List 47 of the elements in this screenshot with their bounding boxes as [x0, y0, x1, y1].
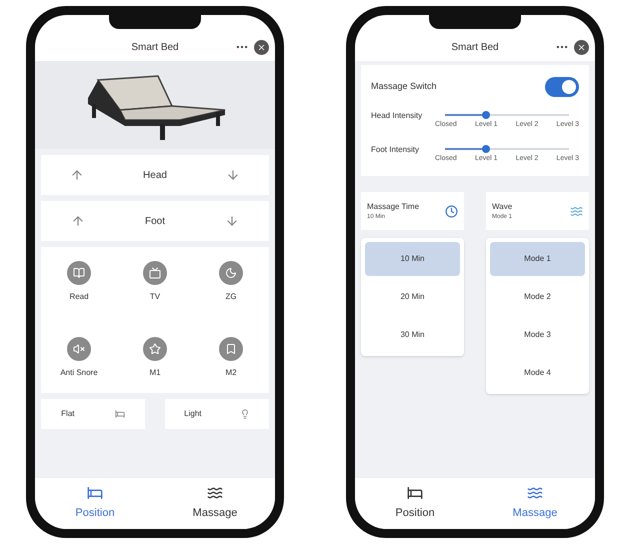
preset-label: M2: [225, 367, 237, 379]
wave-icon: [570, 204, 583, 218]
down-arrow-icon[interactable]: [226, 168, 240, 182]
bookmark-icon[interactable]: [219, 337, 243, 361]
control-card[interactable]: Light: [165, 399, 269, 429]
intensity-label: Foot Intensity: [371, 144, 420, 154]
preset-label: ZG: [225, 291, 237, 303]
down-arrow-icon[interactable]: [224, 214, 239, 228]
preset-label: Anti Snore: [60, 367, 98, 379]
bed-icon: [87, 485, 103, 502]
app-title: Smart Bed: [131, 40, 179, 54]
slider-thumb[interactable]: [482, 111, 490, 119]
preset-label: M1: [149, 367, 161, 379]
preset-label: TV: [150, 291, 160, 303]
book-icon[interactable]: [67, 261, 91, 285]
tab[interactable]: Position: [355, 478, 475, 529]
tab[interactable]: Massage: [155, 478, 275, 529]
bulb-icon: [240, 409, 250, 419]
close-icon[interactable]: [574, 40, 589, 54]
bed-icon: [114, 409, 125, 419]
tab[interactable]: Position: [35, 478, 155, 529]
control-label: Light: [184, 408, 202, 420]
preset-label: Read: [69, 291, 89, 303]
tv-icon[interactable]: [143, 261, 167, 285]
up-arrow-icon[interactable]: [70, 168, 84, 182]
app-title: Smart Bed: [451, 40, 499, 54]
close-icon[interactable]: [254, 40, 269, 54]
slider-thumb[interactable]: [482, 144, 490, 152]
setting-label: Massage Time: [367, 200, 420, 212]
wave-icon: [527, 485, 543, 502]
adjust-label: Head: [143, 168, 167, 182]
mute-icon[interactable]: [67, 337, 91, 361]
toggle-switch[interactable]: [545, 77, 579, 97]
up-arrow-icon[interactable]: [70, 214, 85, 228]
control-label: Flat: [61, 408, 74, 420]
option-item[interactable]: 10 Min: [365, 242, 460, 276]
bed-icon: [407, 485, 423, 502]
setting-label: Wave: [492, 200, 512, 212]
wave-icon: [207, 485, 223, 502]
intensity-label: Head Intensity: [371, 111, 424, 121]
tab[interactable]: Massage: [475, 478, 595, 529]
control-card[interactable]: Flat: [41, 399, 145, 429]
clock-icon: [445, 204, 458, 218]
switch-label: Massage Switch: [371, 80, 437, 94]
option-item[interactable]: Mode 1: [490, 242, 585, 276]
adjust-label: Foot: [144, 214, 165, 228]
moon-icon[interactable]: [219, 261, 243, 285]
